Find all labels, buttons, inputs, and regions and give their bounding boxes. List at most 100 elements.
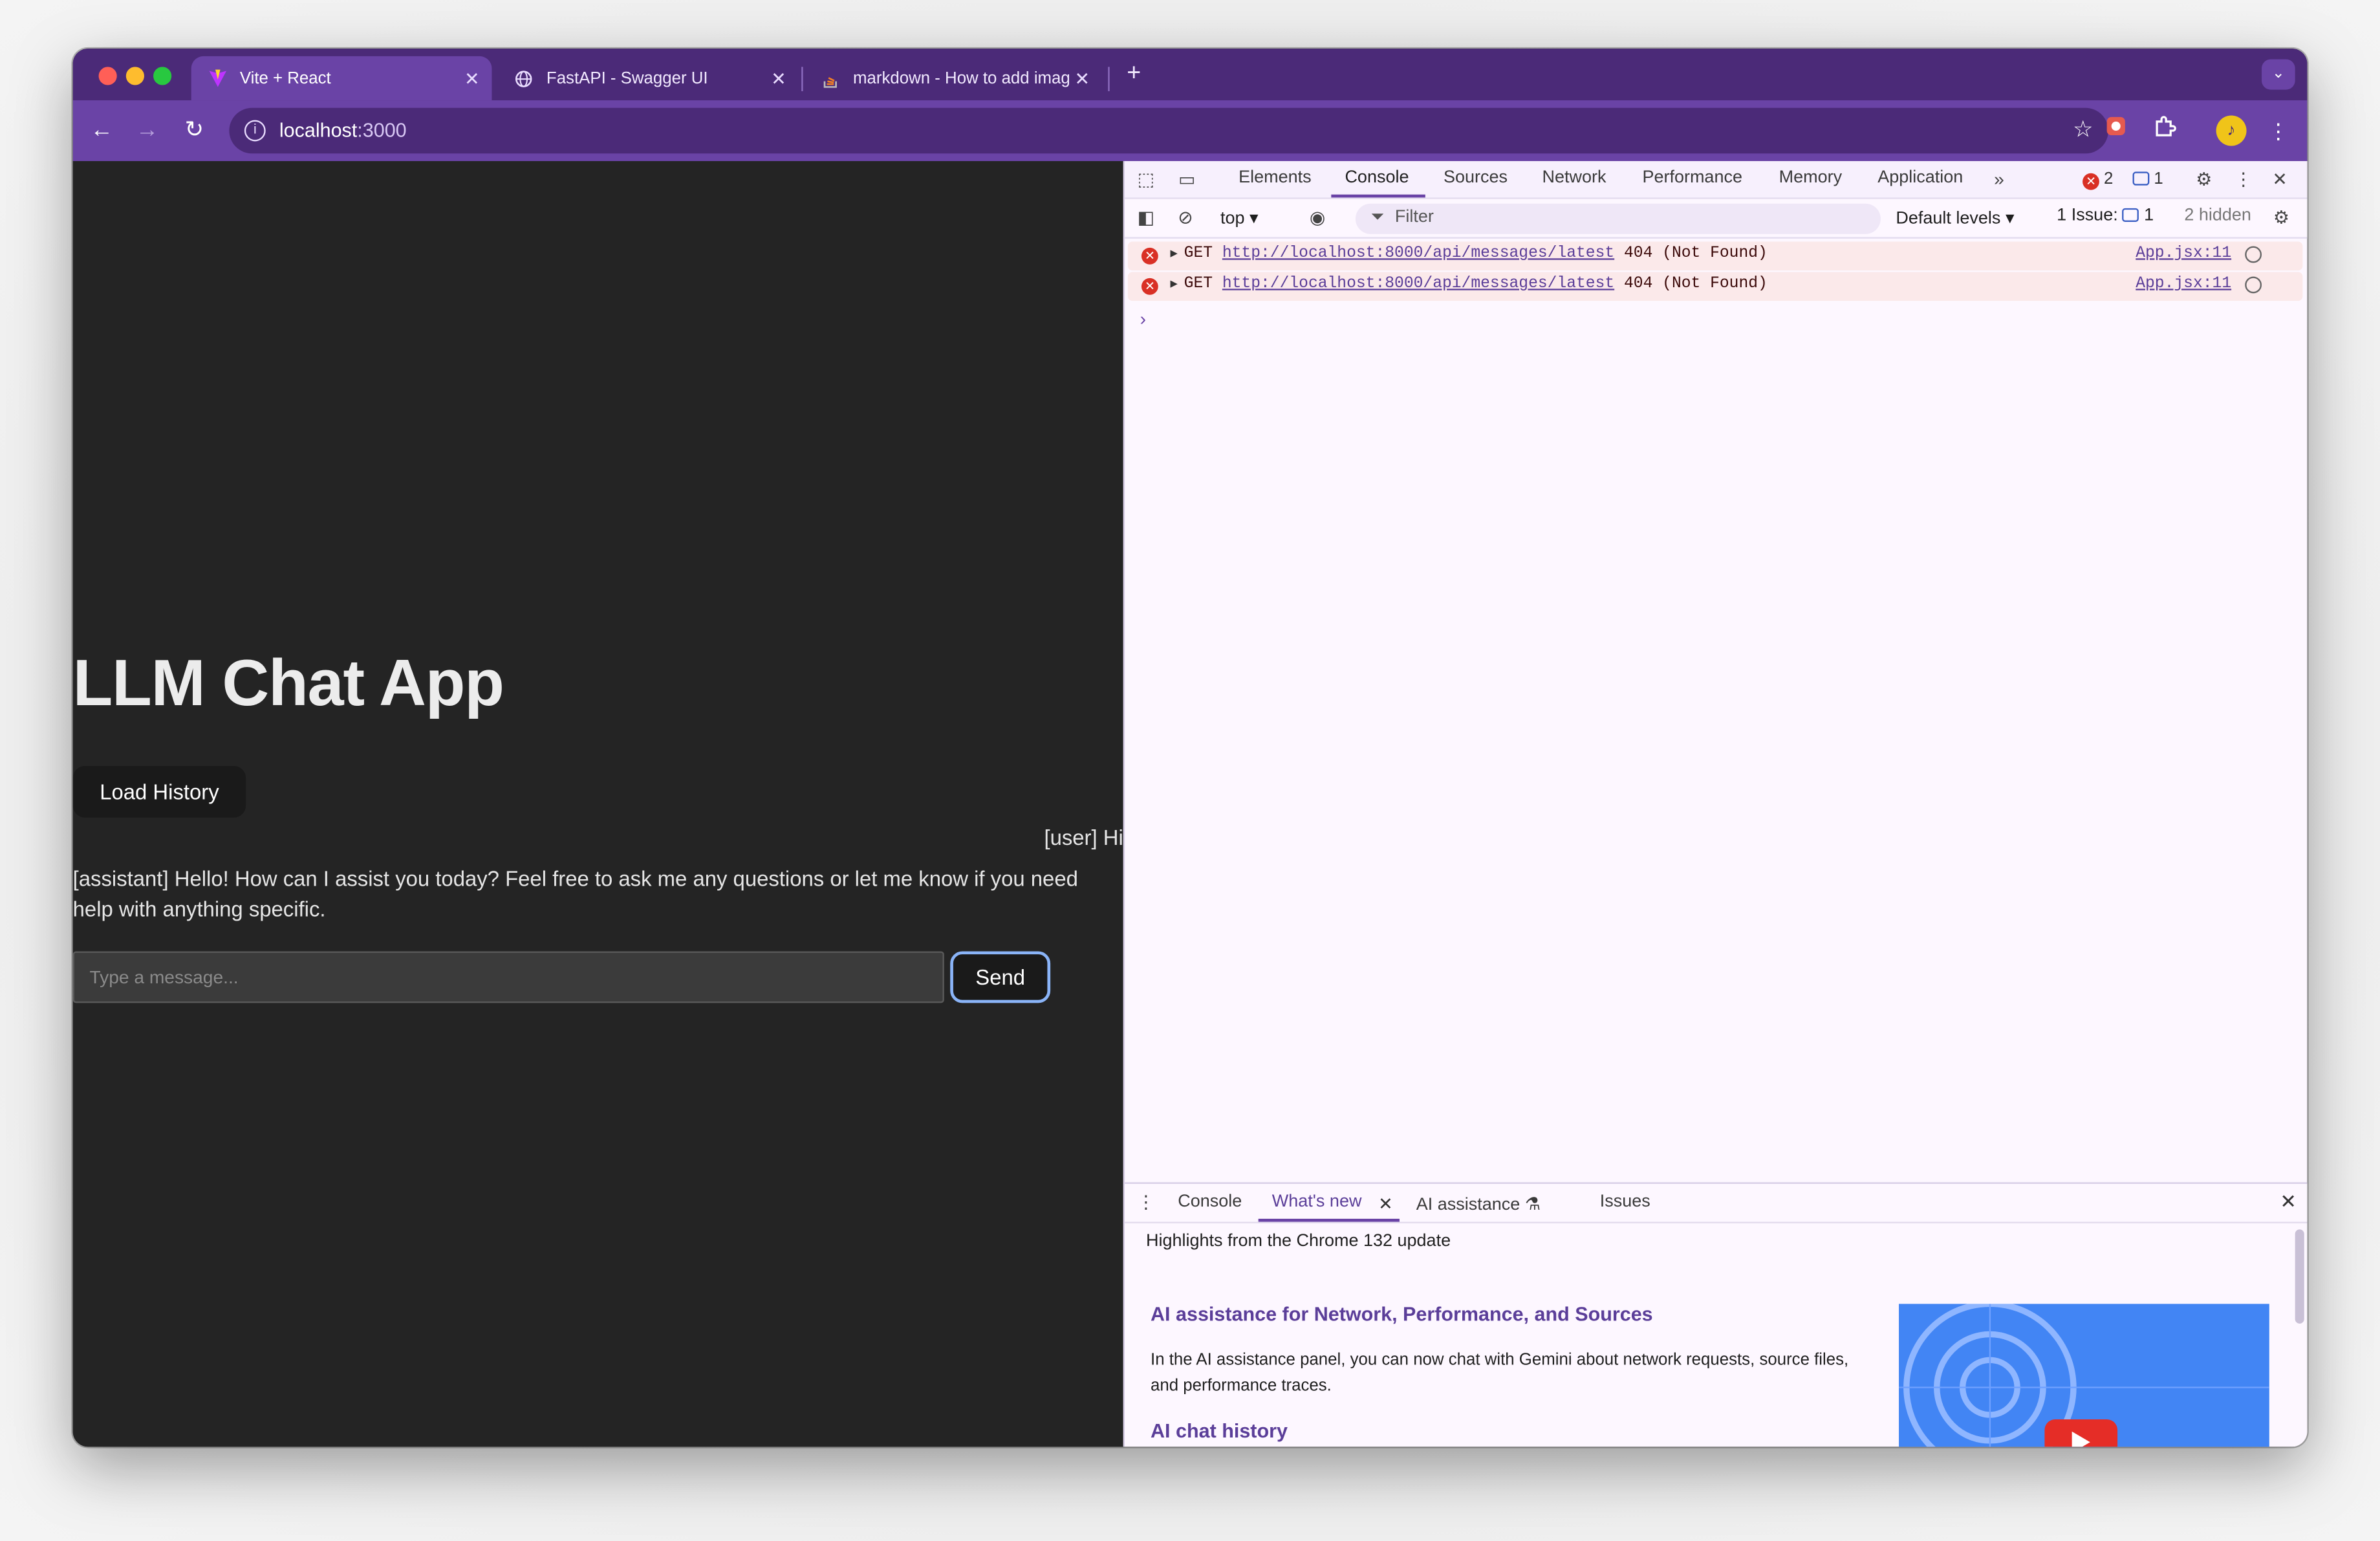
source-link[interactable]: App.jsx:11 (2136, 275, 2231, 293)
drawer-active-indicator (1258, 1218, 1400, 1222)
forward-arrow-icon[interactable]: → (132, 116, 162, 146)
drawer-tab-issues[interactable]: Issues (1600, 1193, 1650, 1211)
drawer-tab-ai-assistance[interactable]: AI assistance ⚗ (1416, 1193, 1541, 1214)
close-tab-icon[interactable]: ✕ (1075, 68, 1090, 89)
device-toolbar-icon[interactable]: ▭ (1175, 167, 1200, 191)
response-status: 404 (Not Found) (1623, 245, 1768, 263)
message-count-badge[interactable]: 1 (2132, 170, 2163, 188)
send-button[interactable]: Send (950, 951, 1051, 1003)
tab-markdown-stackoverflow[interactable]: markdown - How to add imag ✕ (805, 56, 1102, 100)
window-close-button[interactable] (98, 67, 117, 85)
profile-avatar[interactable]: ♪ (2216, 115, 2247, 146)
network-request-icon[interactable] (2245, 246, 2262, 263)
close-tab-icon[interactable]: ✕ (771, 68, 786, 89)
clear-console-icon[interactable]: ⊘ (1173, 205, 1198, 230)
console-message: GET http://localhost:8000/api/messages/l… (1184, 245, 1768, 263)
tab-application[interactable]: Application (1877, 169, 1963, 187)
tab-title: markdown - How to add imag (853, 69, 1070, 88)
url-text[interactable]: localhost:3000 (279, 118, 407, 141)
assistant-message: [assistant] Hello! How can I assist you … (72, 866, 1078, 921)
tab-memory[interactable]: Memory (1779, 169, 1842, 187)
address-bar[interactable]: i localhost:3000 ☆ (229, 107, 2108, 154)
request-url-link[interactable]: http://localhost:8000/api/messages/lates… (1222, 275, 1614, 293)
globe-icon (513, 68, 534, 89)
tab-separator (801, 67, 803, 91)
devtools-menu-icon[interactable]: ⋮ (2231, 167, 2256, 191)
section-title-link[interactable]: AI assistance for Network, Performance, … (1151, 1302, 1653, 1325)
drawer-tab-console[interactable]: Console (1178, 1193, 1242, 1211)
source-link[interactable]: App.jsx:11 (2136, 245, 2231, 263)
network-request-icon[interactable] (2245, 276, 2262, 294)
tab-console[interactable]: Console (1345, 169, 1409, 187)
settings-gear-icon[interactable]: ⚙ (2192, 167, 2216, 191)
context-select[interactable]: top ▾ (1220, 206, 1259, 228)
window-zoom-button[interactable] (153, 67, 172, 85)
site-info-icon[interactable]: i (244, 120, 266, 142)
close-tab-icon[interactable]: ✕ (464, 68, 480, 89)
request-url-link[interactable]: http://localhost:8000/api/messages/lates… (1222, 245, 1614, 263)
tab-fastapi-swagger[interactable]: FastAPI - Swagger UI ✕ (498, 56, 799, 100)
filter-input[interactable]: ⏷ Filter (1355, 203, 1881, 234)
stackoverflow-icon (819, 68, 841, 89)
tab-search-chevron-icon[interactable]: ⌄ (2262, 59, 2295, 90)
user-message: [user] Hi (1044, 825, 1123, 850)
close-whats-new-icon[interactable]: ✕ (1378, 1193, 1393, 1214)
error-icon: ✕ (2082, 173, 2099, 190)
tab-strip: Vite + React ✕ FastAPI - Swagger UI ✕ ma… (72, 49, 2308, 101)
expand-triangle-icon[interactable]: ▶ (1171, 246, 1178, 261)
tab-sources[interactable]: Sources (1444, 169, 1508, 187)
close-devtools-icon[interactable]: ✕ (2267, 167, 2292, 191)
promo-video-thumbnail[interactable] (1899, 1304, 2269, 1447)
extension-icon[interactable] (2099, 114, 2133, 148)
section-title-link[interactable]: AI chat history (1151, 1419, 1288, 1442)
log-levels-select[interactable]: Default levels ▾ (1896, 206, 2014, 228)
chrome-devtools-artwork (1899, 1304, 2269, 1447)
drawer-menu-icon[interactable]: ⋮ (1134, 1190, 1158, 1214)
back-arrow-icon[interactable]: ← (87, 116, 117, 146)
devtools-main-tabs: ⬚ ▭ Elements Console Sources Network Per… (1125, 160, 2308, 199)
message-input[interactable] (72, 951, 944, 1003)
window-minimize-button[interactable] (125, 67, 144, 85)
console-toolbar: ◧ ⊘ top ▾ ◉ ⏷ Filter Default levels ▾ 1 … (1125, 199, 2308, 239)
console-settings-gear-icon[interactable]: ⚙ (2269, 205, 2294, 230)
console-error-row[interactable]: ✕ ▶ GET http://localhost:8000/api/messag… (1127, 272, 2303, 301)
response-status: 404 (Not Found) (1623, 275, 1768, 294)
url-port: :3000 (357, 118, 407, 142)
console-prompt-chevron-icon[interactable]: › (1140, 309, 1146, 330)
flask-icon: ⚗ (1524, 1196, 1541, 1214)
vite-logo-icon (206, 68, 228, 89)
tab-vite-react[interactable]: Vite + React ✕ (191, 56, 492, 101)
close-drawer-icon[interactable]: ✕ (2280, 1190, 2297, 1214)
request-method: GET (1184, 275, 1213, 294)
inspect-element-icon[interactable]: ⬚ (1134, 167, 1158, 191)
active-tab-indicator (1331, 194, 1425, 198)
more-tabs-icon[interactable]: » (1987, 167, 2011, 191)
tab-performance[interactable]: Performance (1642, 169, 1742, 187)
reload-icon[interactable]: ↻ (179, 116, 210, 146)
kebab-menu-icon[interactable]: ⋮ (2262, 114, 2295, 148)
expand-triangle-icon[interactable]: ▶ (1171, 277, 1178, 292)
browser-toolbar: ← → ↻ i localhost:3000 ☆ ♪ ⋮ (72, 100, 2308, 161)
issues-counter[interactable]: 1 Issue: 1 (2057, 206, 2154, 224)
console-error-row[interactable]: ✕ ▶ GET http://localhost:8000/api/messag… (1127, 241, 2303, 271)
error-count-badge[interactable]: ✕ 2 (2082, 170, 2113, 190)
puzzle-extensions-icon[interactable] (2148, 114, 2181, 148)
hidden-count: 2 hidden (2184, 206, 2251, 225)
drawer-scrollbar[interactable] (2295, 1229, 2304, 1324)
drawer-tab-whats-new[interactable]: What's new (1272, 1193, 1362, 1211)
highlights-heading: Highlights from the Chrome 132 update (1145, 1232, 1451, 1251)
message-icon (2132, 171, 2150, 186)
levels-value: Default levels (1896, 210, 2001, 228)
devtools-panel: ⬚ ▭ Elements Console Sources Network Per… (1123, 160, 2308, 1447)
bookmark-star-icon[interactable]: ☆ (2073, 116, 2093, 143)
tab-title: Vite + React (239, 69, 331, 88)
tab-elements[interactable]: Elements (1239, 169, 1312, 187)
error-count: 2 (2103, 170, 2114, 189)
drawer-tabs: ⋮ Console What's new ✕ AI assistance ⚗ I… (1125, 1184, 2308, 1223)
tab-network[interactable]: Network (1542, 169, 1606, 187)
live-expression-eye-icon[interactable]: ◉ (1305, 205, 1330, 230)
screen: Vite + React ✕ FastAPI - Swagger UI ✕ ma… (0, 0, 2380, 1541)
load-history-button[interactable]: Load History (72, 765, 246, 818)
sidebar-toggle-icon[interactable]: ◧ (1134, 205, 1158, 230)
new-tab-icon[interactable]: + (1120, 61, 1147, 88)
